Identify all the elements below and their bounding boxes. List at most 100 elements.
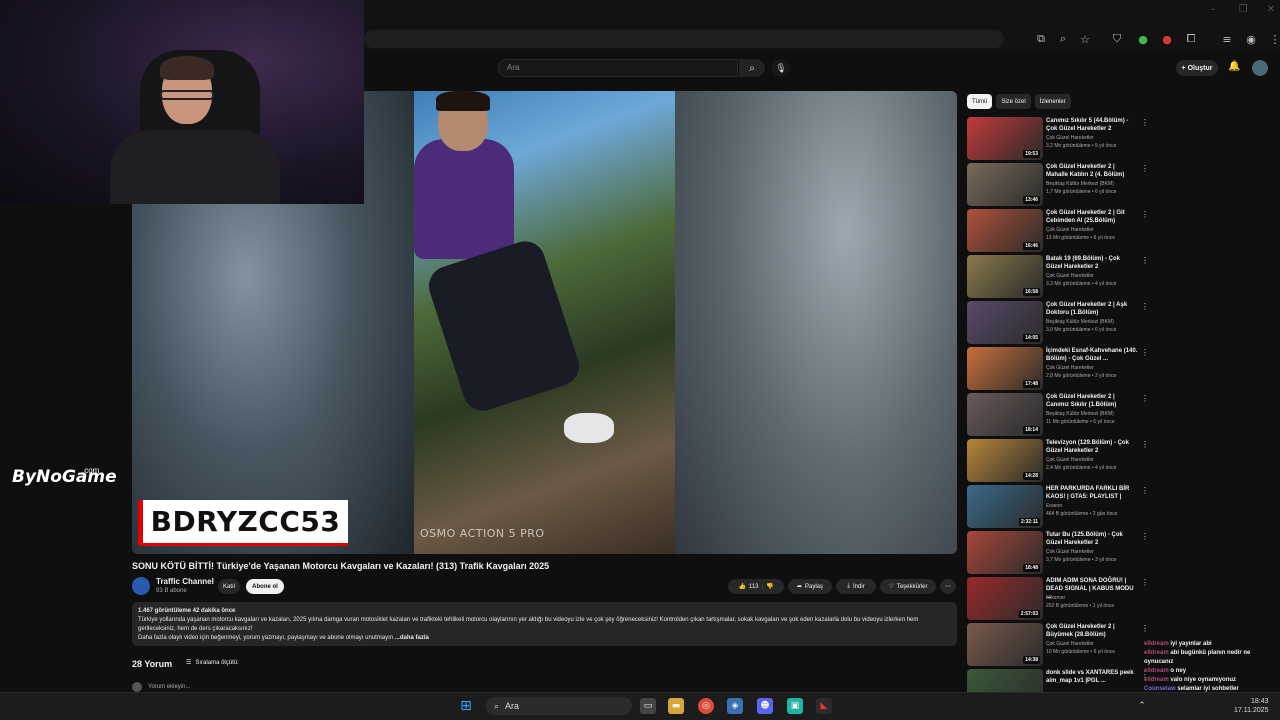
taskbar-search[interactable]: ⌕ Ara [486,697,632,715]
recommendation-item[interactable]: 14:05 Çok Güzel Hareketler 2 | Aşk Doktor… [967,301,1149,345]
like-count[interactable]: 113 [749,584,759,590]
rec-meta: 13 Mn görüntüleme • 6 yıl önce [1046,235,1116,241]
more-vert-icon[interactable]: ⋮ [1141,210,1149,219]
file-explorer-icon[interactable]: ▬ [668,698,684,714]
recommendation-item[interactable]: 14:28 Televizyon (129.Bölüm) - Çok Güzel … [967,439,1149,483]
account-avatar[interactable] [1252,60,1268,76]
video-thumbnail[interactable]: 2:57:03 [967,577,1043,620]
video-thumbnail[interactable]: 14:05 [967,301,1043,344]
sort-comments-button[interactable]: ☰ Sıralama ölçütü: [186,659,239,667]
video-thumbnail[interactable]: 16:58 [967,255,1043,298]
minimize-icon[interactable]: – [1206,4,1220,18]
rec-title: Çok Güzel Hareketler 2 | Mahalle Katılır… [1046,164,1125,178]
rec-title: Batak 19 (69.Bölüm) - Çok Güzel Hareketl… [1046,256,1121,270]
search-input[interactable]: Ara [498,59,738,77]
more-vert-icon[interactable]: ⋮ [1141,624,1149,633]
tray-chevron-icon[interactable]: ⌃ [1134,698,1150,714]
recommendation-item[interactable]: 18:14 Çok Güzel Hareketler 2 | Canımız Sı… [967,393,1149,437]
discord-icon[interactable]: ☻ [757,698,773,714]
more-vert-icon[interactable]: ⋮ [1141,532,1149,541]
video-thumbnail[interactable]: 13:46 [967,163,1043,206]
extension-red-icon[interactable]: ● [1160,32,1174,46]
rec-meta: 3,9 Mn görüntüleme • 6 yıl önce [1046,327,1117,333]
video-thumbnail[interactable]: 19:53 [967,117,1043,160]
channel-name[interactable]: Traffic Channel [156,577,214,586]
more-vert-icon[interactable]: ⋮ [1141,256,1149,265]
recommendation-item[interactable]: 19:53 Canımız Sıkılır 5 (44.Bölüm) - Çok … [967,117,1149,161]
recommendation-item[interactable]: 14:38 Çok Güzel Hareketler 2 | Büyümek (2… [967,623,1149,667]
streamer-body [110,130,280,204]
video-thumbnail[interactable]: 18:48 [967,531,1043,574]
recommendation-item[interactable]: 2:57:03 ADIM ADIM SONA DOĞRU! | DEAD SIGN… [967,577,1149,621]
more-vert-icon[interactable]: ⋮ [1141,164,1149,173]
share-button[interactable]: ➦ Paylaş [788,579,832,594]
puzzle-icon[interactable]: ⧠ [1184,32,1198,46]
more-vert-icon[interactable]: ⋮ [1141,302,1149,311]
maximize-icon[interactable]: ❐ [1236,4,1250,18]
recommendation-item[interactable]: 2:32:11 HER PARKURDA FARKLI BİR KAOS! | G… [967,485,1149,529]
more-vert-icon[interactable]: ⋮ [1141,394,1149,403]
chip-all[interactable]: Tümü [967,94,993,109]
more-vert-icon[interactable]: ⋮ [1141,118,1149,127]
channel-avatar[interactable] [132,577,150,595]
video-thumbnail[interactable]: 18:14 [967,393,1043,436]
view-stats: 1.467 görüntüleme 42 dakika önce [138,608,236,614]
thanks-button[interactable]: ♡ Teşekkürler [880,579,936,594]
app-icon[interactable]: ◈ [727,698,743,714]
rec-title: Tutar Bu (125.Bölüm) - Çok Güzel Hareket… [1046,532,1123,546]
recommendation-item[interactable]: 13:46 Çok Güzel Hareketler 2 | Mahalle Ka… [967,163,1149,207]
recommendation-item[interactable]: 16:58 Batak 19 (69.Bölüm) - Çok Güzel Har… [967,255,1149,299]
divider: | [761,583,764,590]
windows-start-icon[interactable]: ⊞ [458,698,474,714]
create-button[interactable]: + Oluştur [1176,60,1218,76]
menu-icon[interactable]: ⋮ [1268,32,1280,46]
recommendation-item[interactable]: 18:48 Tutar Bu (125.Bölüm) - Çok Güzel Ha… [967,531,1149,575]
rec-meta: 3,3 Mn görüntüleme • 4 yıl önce [1046,281,1117,287]
cast-icon[interactable]: ⧉ [1034,32,1048,46]
camera-watermark: OSMO ACTION 5 PRO [420,527,545,540]
duration-badge: 14:28 [1023,472,1040,480]
description-box[interactable]: 1.467 görüntüleme 42 dakika önce Türkiye… [132,602,957,646]
more-vert-icon[interactable]: ⋮ [1141,578,1149,587]
video-thumbnail[interactable]: 2:32:11 [967,485,1043,528]
taskbar-clock[interactable]: 18:43 17.11.2025 [1234,697,1269,715]
bell-icon[interactable]: 🔔 [1228,61,1240,72]
more-actions-button[interactable]: ⋯ [940,579,956,594]
profile-icon[interactable]: ◉ [1244,32,1258,46]
shield-icon[interactable]: ⛉ [1110,32,1124,46]
recommendation-item[interactable]: 17:48 İçimdeki Esnaf-Kahvehane (140. Bölü… [967,347,1149,391]
chat-message: elldream o ney [1144,667,1280,676]
join-button[interactable]: Katıl [218,579,240,594]
chrome-icon[interactable]: ◎ [698,698,714,714]
more-vert-icon[interactable]: ⋮ [1141,486,1149,495]
more-vert-icon[interactable]: ⋮ [1141,348,1149,357]
rec-channel: Çok Güzel Hareketler [1046,549,1094,555]
video-thumbnail[interactable]: 17:48 [967,347,1043,390]
video-thumbnail[interactable]: 16:46 [967,209,1043,252]
close-icon[interactable]: ✕ [1264,4,1278,18]
download-button[interactable]: ⤓ İndir [836,579,876,594]
like-icon[interactable]: 👍 [738,583,745,590]
task-view-icon[interactable]: ▭ [640,698,656,714]
chip-watched[interactable]: İzlenenler [1034,94,1071,109]
video-thumbnail[interactable]: 14:38 [967,623,1043,666]
subscribe-button[interactable]: Abone ol [246,579,284,594]
dislike-icon[interactable]: 👎 [766,583,773,590]
rec-channel: Eraeon [1046,503,1063,509]
app-green-icon[interactable]: ▣ [787,698,803,714]
video-thumbnail[interactable]: 14:28 [967,439,1043,482]
star-icon[interactable]: ☆ [1078,32,1092,46]
address-bar[interactable] [364,30,1004,48]
voice-search-button[interactable]: 🎙 [772,59,790,77]
more-vert-icon[interactable]: ⋮ [1141,440,1149,449]
zoom-icon[interactable]: ⌕ [1056,32,1070,46]
extension-green-icon[interactable]: ● [1136,32,1150,46]
chip-for-you[interactable]: Size özel [996,94,1031,109]
show-more-link[interactable]: ...daha fazla [395,635,429,641]
add-comment-input[interactable]: Yorum ekleyin... [132,682,190,692]
chat-username: elldream [1144,641,1169,647]
media-icon[interactable]: ≡ [1220,32,1234,46]
app-red-icon[interactable]: ◣ [816,698,832,714]
recommendation-item[interactable]: 16:46 Çok Güzel Hareketler 2 | Git Cebimd… [967,209,1149,253]
search-button[interactable]: ⌕ [739,59,765,77]
